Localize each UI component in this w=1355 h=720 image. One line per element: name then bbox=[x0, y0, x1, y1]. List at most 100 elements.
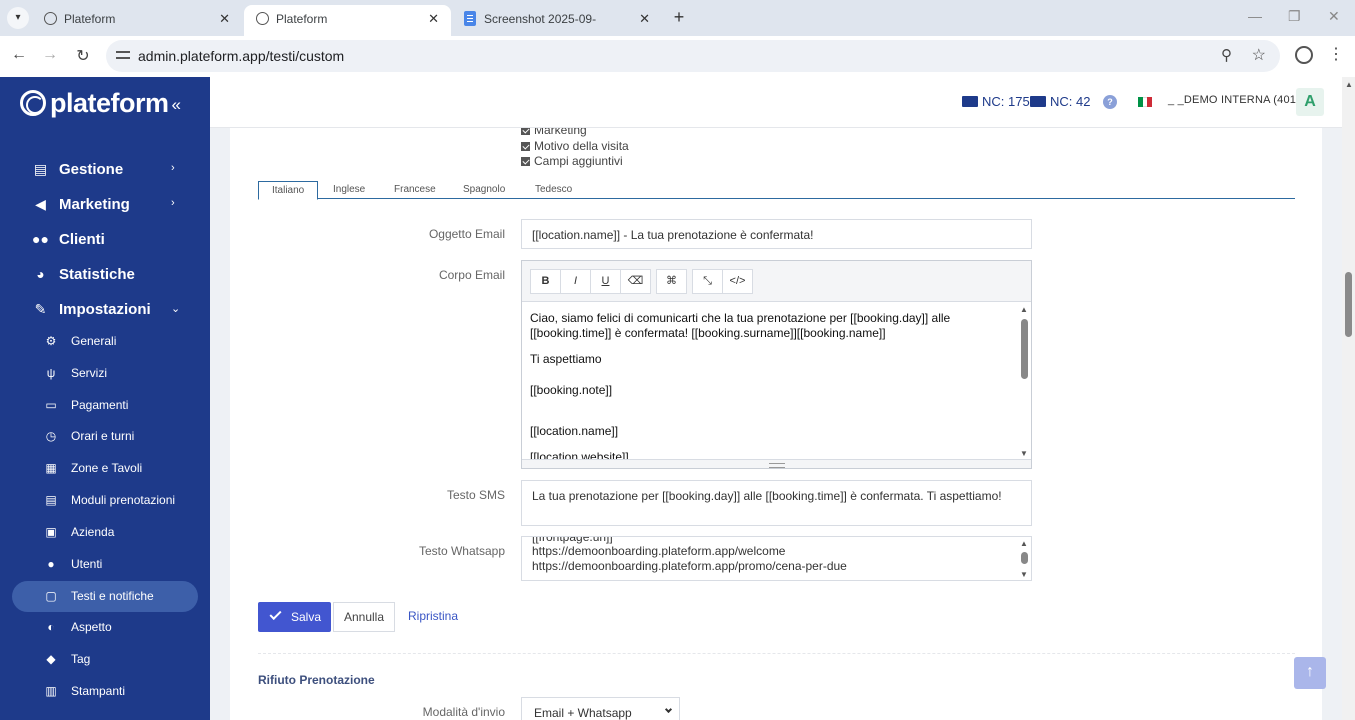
editor-paragraph: [[booking.note]] bbox=[530, 383, 613, 397]
nav-item-marketing[interactable]: ◀ Marketing › bbox=[0, 187, 210, 222]
checkbox[interactable] bbox=[521, 128, 530, 135]
whatsapp-input[interactable]: [[frontpage.url]] https://demoonboarding… bbox=[521, 536, 1032, 581]
nav-item-clienti[interactable]: ●● Clienti bbox=[0, 222, 210, 257]
tab-inglese[interactable]: Inglese bbox=[320, 181, 378, 199]
sidebar-item-utenti[interactable]: ● Utenti bbox=[12, 549, 198, 580]
zoom-icon[interactable]: ⚲ bbox=[1221, 46, 1232, 64]
italic-icon[interactable]: I bbox=[560, 269, 591, 294]
browser-tab-3[interactable]: Screenshot 2025-09-04 091933 ✕ bbox=[452, 5, 662, 36]
tab-francese[interactable]: Francese bbox=[381, 181, 449, 199]
bold-icon[interactable]: B bbox=[530, 269, 561, 294]
maximize-icon[interactable]: ❐ bbox=[1288, 8, 1301, 25]
sidebar-item-servizi[interactable]: ψ Servizi bbox=[12, 358, 198, 389]
browser-tab-1[interactable]: Plateform ✕ bbox=[32, 5, 242, 36]
scroll-down-icon[interactable]: ▼ bbox=[1020, 449, 1028, 458]
scrollbar-thumb[interactable] bbox=[1021, 319, 1028, 379]
page-scrollbar[interactable]: ▲ bbox=[1342, 77, 1355, 720]
sms-input[interactable]: La tua prenotazione per [[booking.day]] … bbox=[521, 480, 1032, 526]
chevron-down-icon bbox=[664, 705, 673, 714]
profile-icon[interactable] bbox=[1295, 46, 1313, 64]
eraser-icon[interactable]: ⌫ bbox=[620, 269, 651, 294]
checkbox[interactable] bbox=[521, 141, 530, 151]
minimize-icon[interactable]: — bbox=[1248, 8, 1262, 24]
scroll-up-icon[interactable]: ▲ bbox=[1345, 80, 1353, 89]
scrollbar-thumb[interactable] bbox=[1021, 552, 1028, 564]
sidebar-item-label: Utenti bbox=[71, 557, 103, 571]
globe-icon bbox=[256, 12, 269, 25]
scroll-down-icon[interactable]: ▼ bbox=[1020, 570, 1028, 579]
menu-icon[interactable]: ⋮ bbox=[1328, 44, 1344, 64]
send-mode-select[interactable]: Email + Whatsapp bbox=[521, 697, 680, 720]
avatar[interactable]: A bbox=[1296, 88, 1324, 116]
sidebar-item-stampanti[interactable]: ▥ Stampanti bbox=[12, 676, 198, 707]
tab-tedesco[interactable]: Tedesco bbox=[522, 181, 585, 199]
url-text[interactable]: admin.plateform.app/testi/custom bbox=[138, 48, 344, 64]
site-settings-icon[interactable] bbox=[116, 48, 130, 62]
reload-icon[interactable]: ↻ bbox=[73, 46, 93, 66]
sidebar-item-tag[interactable]: ◆ Tag bbox=[12, 644, 198, 675]
save-button[interactable]: Salva bbox=[258, 602, 331, 632]
utensils-icon: ψ bbox=[46, 366, 56, 380]
reset-link[interactable]: Ripristina bbox=[408, 609, 458, 623]
sidebar-item-moduli[interactable]: ▤ Moduli prenotazioni bbox=[12, 485, 198, 516]
tab-spagnolo[interactable]: Spagnolo bbox=[450, 181, 518, 199]
star-icon[interactable]: ☆ bbox=[1252, 45, 1266, 65]
scroll-up-icon[interactable]: ▲ bbox=[1020, 305, 1028, 314]
tab-title: Screenshot 2025-09-04 091933 bbox=[484, 12, 596, 26]
logo[interactable]: plateform « bbox=[20, 88, 181, 118]
sidebar-item-azienda[interactable]: ▣ Azienda bbox=[12, 517, 198, 548]
code-icon[interactable]: </> bbox=[722, 269, 753, 294]
checkbox-motivo[interactable]: Motivo della visita bbox=[521, 139, 629, 153]
checkbox[interactable] bbox=[521, 156, 530, 166]
forward-icon[interactable]: → bbox=[40, 46, 60, 64]
wrench-icon: ✎ bbox=[34, 301, 47, 317]
nav-item-statistiche[interactable]: ◕ Statistiche bbox=[0, 257, 210, 292]
underline-icon[interactable]: U bbox=[590, 269, 621, 294]
editor-scrollbar[interactable]: ▲ ▼ bbox=[1018, 303, 1031, 460]
whatsapp-line: https://demoonboarding.plateform.app/wel… bbox=[532, 544, 786, 558]
scroll-to-top-button[interactable]: ↑ bbox=[1294, 657, 1326, 689]
close-icon[interactable]: ✕ bbox=[428, 11, 439, 27]
sidebar-item-aspetto[interactable]: ◐ Aspetto bbox=[12, 612, 198, 643]
editor-resize-handle[interactable] bbox=[522, 459, 1031, 468]
url-field[interactable]: admin.plateform.app/testi/custom ⚲ ☆ bbox=[106, 40, 1280, 72]
close-icon[interactable]: ✕ bbox=[219, 11, 230, 27]
sidebar-item-testi-notifiche[interactable]: ▢ Testi e notifiche bbox=[12, 581, 198, 612]
sidebar-item-pagamenti[interactable]: ▭ Pagamenti bbox=[12, 390, 198, 421]
tab-italiano[interactable]: Italiano bbox=[258, 181, 319, 200]
browser-tab-2[interactable]: Plateform ✕ bbox=[244, 5, 451, 36]
account-name[interactable]: _ _DEMO INTERNA (401) bbox=[1168, 94, 1300, 106]
sidebar-item-orari[interactable]: ◷ Orari e turni bbox=[12, 421, 198, 452]
checkbox-marketing[interactable]: Marketing bbox=[521, 128, 587, 137]
nav-item-impostazioni[interactable]: ✎ Impostazioni ⌄ bbox=[0, 292, 210, 327]
tab-search-icon[interactable]: ▾ bbox=[7, 7, 29, 29]
scroll-up-icon[interactable]: ▲ bbox=[1020, 539, 1028, 548]
help-icon[interactable]: ? bbox=[1103, 95, 1117, 109]
nc-counter-1[interactable]: NC: 175 bbox=[962, 94, 1030, 109]
collapse-sidebar-icon[interactable]: « bbox=[172, 95, 181, 115]
subject-input[interactable]: [[location.name]] - La tua prenotazione … bbox=[521, 219, 1032, 249]
email-body-editor[interactable]: B I U ⌫ ⌘ ⤡ </> Ciao, siamo felici di co… bbox=[521, 260, 1032, 469]
close-icon[interactable]: ✕ bbox=[639, 11, 650, 27]
sidebar-item-zone-tavoli[interactable]: ▦ Zone e Tavoli bbox=[12, 453, 198, 484]
sidebar: plateform « ▤ Gestione › ◀ Marketing › ●… bbox=[0, 77, 210, 720]
app-header: NC: 175 NC: 42 ? _ _DEMO INTERNA (401) A bbox=[210, 77, 1342, 128]
tag-icon: ◆ bbox=[46, 652, 56, 666]
checkbox-campi[interactable]: Campi aggiuntivi bbox=[521, 154, 623, 168]
scrollbar-thumb[interactable] bbox=[1345, 272, 1352, 337]
window-close-icon[interactable]: ✕ bbox=[1328, 8, 1340, 25]
whatsapp-label: Testo Whatsapp bbox=[418, 544, 505, 558]
nc-counter-value: NC: 42 bbox=[1050, 94, 1091, 109]
link-icon[interactable]: ⌘ bbox=[656, 269, 687, 294]
nc-counter-2[interactable]: NC: 42 bbox=[1030, 94, 1090, 109]
nav-item-gestione[interactable]: ▤ Gestione › bbox=[0, 152, 210, 187]
whatsapp-scrollbar[interactable]: ▲ ▼ bbox=[1018, 537, 1031, 580]
checkbox-label: Marketing bbox=[534, 128, 587, 137]
new-tab-icon[interactable]: + bbox=[670, 7, 688, 28]
back-icon[interactable]: ← bbox=[9, 46, 29, 64]
fullscreen-icon[interactable]: ⤡ bbox=[692, 269, 723, 294]
italian-flag-icon[interactable] bbox=[1138, 97, 1153, 107]
editor-content[interactable]: Ciao, siamo felici di comunicarti che la… bbox=[522, 303, 1018, 460]
sidebar-item-generali[interactable]: ⚙ Generali bbox=[12, 326, 198, 357]
cancel-button[interactable]: Annulla bbox=[333, 602, 395, 632]
